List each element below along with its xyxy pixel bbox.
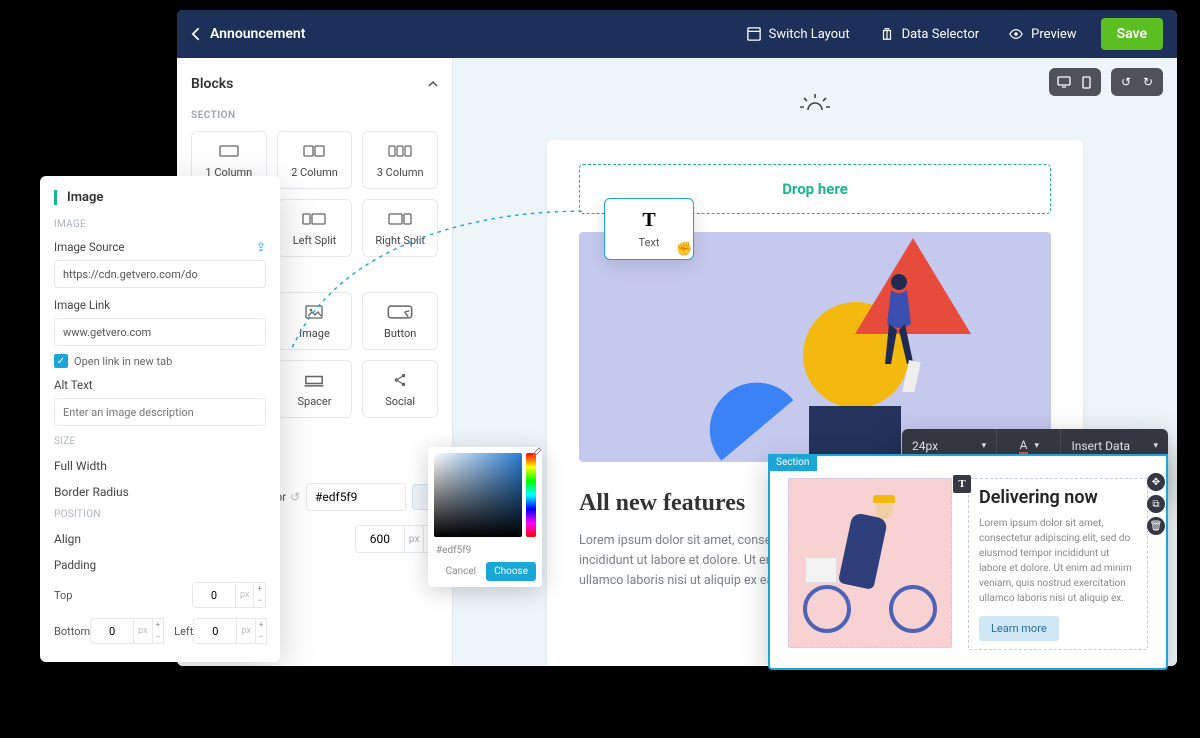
grab-cursor-icon: ✊ [676,242,692,257]
padding-top-input[interactable] [192,582,236,608]
padding-top-label: Top [54,589,100,602]
padding-bottom-stepper[interactable]: +− [153,618,165,644]
switch-layout-button[interactable]: Switch Layout [737,21,860,48]
block-2-column[interactable]: 2 Column [277,131,353,189]
back-button[interactable]: Announcement [191,26,305,42]
props-section-position: POSITION [54,509,266,520]
hero-image [579,232,1051,462]
text-icon: T [642,209,655,232]
delete-button[interactable]: 🗑 [1147,517,1165,535]
align-row[interactable]: Align [54,532,266,546]
save-button[interactable]: Save [1101,18,1163,50]
data-icon [880,27,894,41]
spacer-icon [301,371,327,389]
upload-icon[interactable]: ⇪ [256,240,266,254]
learn-more-button[interactable]: Learn more [979,616,1059,641]
color-hex-value: #edf5f9 [436,545,536,556]
editor-header: Announcement Switch Layout Data Selector… [177,10,1177,58]
button-icon [387,303,413,321]
width-input[interactable] [355,525,405,553]
chevron-left-icon [191,27,200,41]
sun-icon [798,92,832,114]
props-section-image: IMAGE [54,219,266,230]
font-color-icon: A [1019,438,1029,454]
image-link-label: Image Link [54,298,110,312]
alt-text-label: Alt Text [54,378,93,392]
block-button[interactable]: Button [362,292,438,350]
undo-button[interactable]: ↺ [1115,72,1137,92]
padding-top-stepper[interactable]: +− [254,582,266,608]
color-choose-button[interactable]: Choose [486,562,536,581]
blocks-accordion-header[interactable]: Blocks [191,72,438,106]
width-unit: px [405,525,425,553]
block-left-split[interactable]: Left Split [277,199,353,257]
color-gradient[interactable] [434,453,522,537]
bg-color-input[interactable] [306,483,406,511]
padding-label: Padding [54,558,266,572]
page-title: Announcement [210,26,305,42]
eyedropper-icon[interactable] [530,447,542,459]
text-block-handle[interactable]: T [953,475,971,493]
section-label: SECTION [191,110,438,121]
image-icon [301,303,327,321]
open-new-tab-checkbox[interactable]: ✓Open link in new tab [54,354,266,368]
image-source-input[interactable] [54,260,266,288]
padding-left-stepper[interactable]: +− [256,618,268,644]
eye-icon [1009,27,1023,41]
mobile-view-button[interactable] [1075,72,1097,92]
layout-icon [747,27,761,41]
full-width-row[interactable]: Full Width [54,459,266,473]
alt-text-input[interactable] [54,398,266,426]
mobile-icon [1082,76,1091,89]
data-selector-button[interactable]: Data Selector [870,21,990,48]
image-source-label: Image Source [54,240,125,254]
padding-bottom-input[interactable] [90,618,134,644]
chevron-up-icon [428,81,438,87]
duplicate-button[interactable]: ⧉ [1147,495,1165,513]
share-icon [387,371,413,389]
device-toggle [1049,68,1101,96]
color-picker: #edf5f9 Cancel Choose [428,447,542,587]
block-image[interactable]: Image [277,292,353,350]
preview-button[interactable]: Preview [999,21,1086,48]
block-spacer[interactable]: Spacer [277,360,353,418]
section-heading: Delivering now [979,487,1137,508]
padding-left-input[interactable] [193,618,237,644]
redo-button[interactable]: ↻ [1137,72,1159,92]
image-properties-panel: Image IMAGE Image Source ⇪ Image Link ✓Op… [40,176,280,662]
desktop-view-button[interactable] [1053,72,1075,92]
padding-left-label: Left [174,625,193,638]
person-illustration [877,272,921,392]
section-text-slot[interactable]: T ✥ ⧉ 🗑 Delivering now Lorem ipsum dolor… [968,478,1148,650]
image-link-input[interactable] [54,318,266,346]
desktop-icon [1057,76,1071,88]
hue-slider[interactable] [526,453,536,537]
props-title: Image [54,190,266,205]
history-toggle: ↺ ↻ [1111,68,1163,96]
section-body-text: Lorem ipsum dolor sit amet, consectetur … [979,516,1137,606]
props-section-size: SIZE [54,436,266,447]
color-cancel-button[interactable]: Cancel [440,562,482,581]
section-tag: Section [768,454,817,471]
padding-bottom-label: Bottom [54,625,90,638]
block-3-column[interactable]: 3 Column [362,131,438,189]
section-image-slot[interactable] [788,478,952,648]
move-handle[interactable]: ✥ [1147,473,1165,491]
section-preview[interactable]: Section T ✥ ⧉ 🗑 Delivering now Lorem ips… [768,454,1168,670]
block-right-split[interactable]: Right Split [362,199,438,257]
reset-color-icon[interactable]: ↺ [290,490,300,504]
border-radius-row[interactable]: Border Radius [54,485,266,499]
block-social[interactable]: Social [362,360,438,418]
